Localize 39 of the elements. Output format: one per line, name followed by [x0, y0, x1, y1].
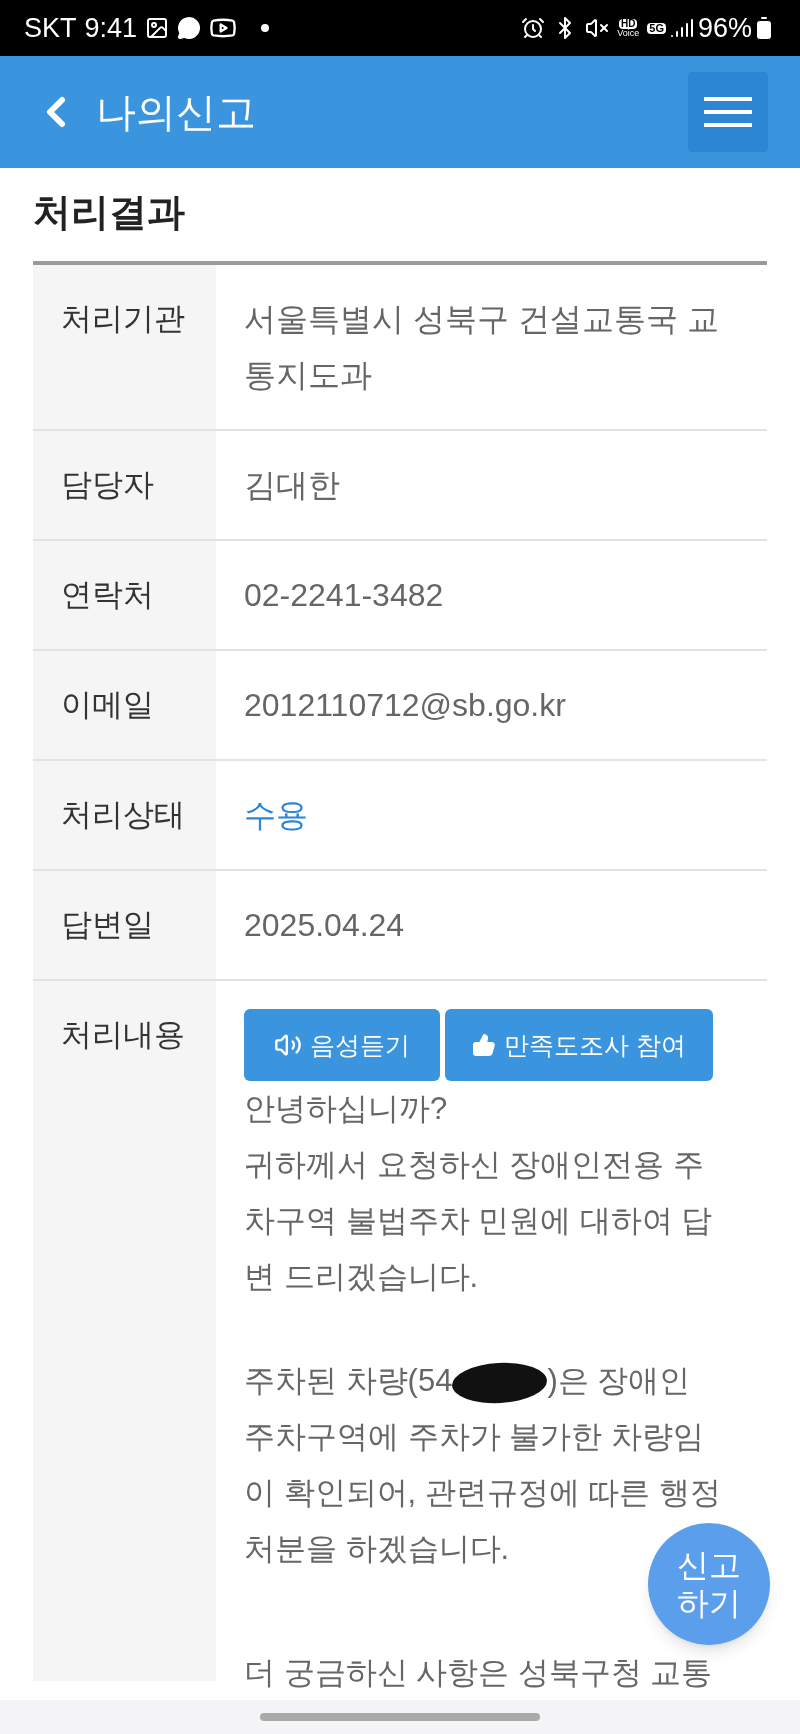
answer-text: 주차된 차량(54 )은 장애인 — [244, 1353, 691, 1409]
answer-text: 처분을 하겠습니다. — [244, 1530, 510, 1568]
row-label: 답변일 — [33, 871, 216, 979]
page-title: 나의신고 — [96, 89, 256, 136]
row-value: 2025.04.24 — [243, 906, 406, 945]
row-value: 서울특별시 성북구 건설교통국 교통지도과 — [243, 300, 720, 395]
hd-label: HD — [619, 18, 638, 29]
row-value: 김대한 — [243, 466, 341, 505]
row-label: 처리상태 — [33, 761, 216, 869]
row-value: 수용 — [243, 796, 309, 835]
carrier: SKT — [24, 11, 77, 45]
image-icon — [145, 16, 170, 40]
answer-text: 더 궁금하신 사항은 성북구청 교통 — [244, 1654, 713, 1692]
answer-text: 안녕하십니까? — [244, 1090, 448, 1128]
alarm-icon — [521, 16, 546, 40]
listen-button[interactable]: 음성듣기 — [244, 1009, 440, 1081]
answer-text: 이 확인되어, 관련규정에 따른 행정 — [244, 1474, 722, 1512]
clock: 9:41 — [84, 11, 138, 45]
row-label: 처리기관 — [33, 265, 216, 429]
row-label: 처리내용 — [33, 981, 216, 1681]
mute-icon — [585, 16, 610, 40]
row-value: 02-2241-3482 — [243, 576, 445, 615]
signal-icon — [669, 16, 694, 40]
menu-button[interactable] — [688, 72, 768, 152]
report-fab[interactable]: 신고 하기 — [648, 1523, 770, 1645]
battery-level: 96% — [697, 11, 752, 45]
thumbs-up-icon — [472, 1033, 496, 1057]
answer-text: 귀하께서 요청하신 장애인전용 주차구역 불법주차 민원에 대하여 답변 드리겠습니다. — [244, 1146, 714, 1296]
voice-label: Voice — [617, 28, 640, 38]
row-label: 담당자 — [33, 431, 216, 539]
survey-button[interactable]: 만족도조사 참여 — [445, 1009, 713, 1081]
section-title: 처리결과 — [33, 190, 186, 235]
row-label: 연락처 — [33, 541, 216, 649]
row-value: 2012110712@sb.go.kr — [243, 686, 567, 725]
network-label: 5G — [647, 22, 666, 34]
answer-text: 주차구역에 주차가 불가한 차량임 — [244, 1418, 704, 1456]
row-label: 이메일 — [33, 651, 216, 759]
chat-icon — [177, 16, 202, 40]
home-handle[interactable] — [260, 1713, 540, 1721]
